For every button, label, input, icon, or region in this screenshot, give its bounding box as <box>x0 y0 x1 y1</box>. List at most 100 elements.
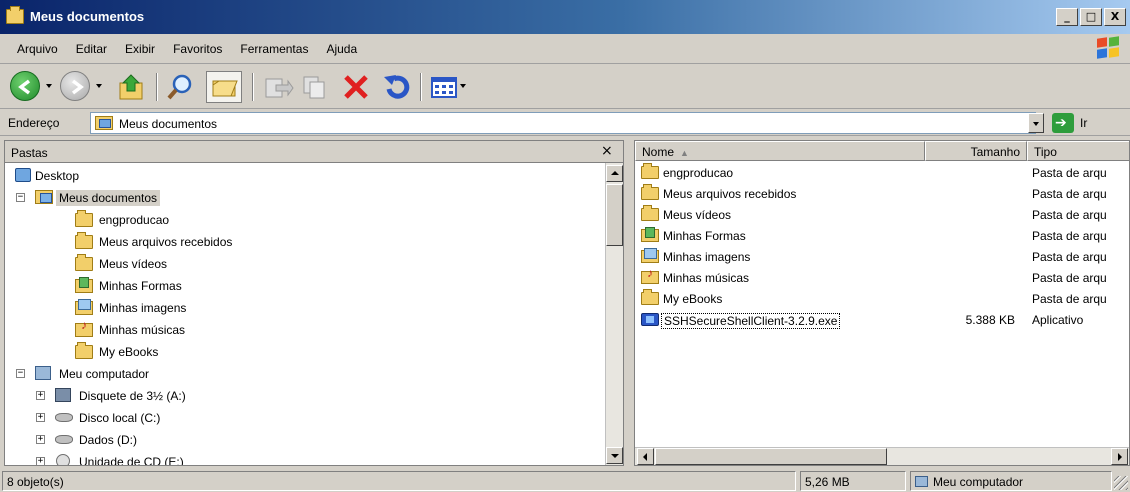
tree-item-desktop[interactable]: Desktop <box>5 165 605 186</box>
folder-icon <box>75 254 93 271</box>
file-name: engproducao <box>663 166 734 180</box>
tree-item-meus-documentos[interactable]: − Meus documentos <box>5 187 605 208</box>
file-row[interactable]: engproducao Pasta de arqu <box>635 162 1129 183</box>
tree-item-meus-arquivos-recebidos[interactable]: Meus arquivos recebidos <box>5 231 605 252</box>
undo-icon[interactable] <box>380 71 412 103</box>
tree-item-meu-computador[interactable]: − Meu computador <box>5 363 605 384</box>
resize-grip[interactable] <box>1114 476 1128 490</box>
column-type-label: Tipo <box>1034 145 1057 159</box>
tree-label: Desktop <box>35 169 80 183</box>
tree-label: Minhas imagens <box>99 301 187 315</box>
column-header-size[interactable]: Tamanho <box>925 141 1027 161</box>
hard-disk-icon <box>55 413 73 422</box>
file-row[interactable]: Meus vídeos Pasta de arqu <box>635 204 1129 225</box>
file-name: Minhas imagens <box>663 250 751 264</box>
tree-label: Disco local (C:) <box>79 411 161 425</box>
folders-pane-close-button[interactable]: × <box>601 143 613 159</box>
tree-item-minhas-imagens[interactable]: Minhas imagens <box>5 297 605 318</box>
go-button[interactable]: Ir <box>1050 113 1120 133</box>
toolbar-separator <box>252 73 254 101</box>
column-header-name[interactable]: Nome ▲ <box>635 141 925 161</box>
tree-item-minhas-formas[interactable]: Minhas Formas <box>5 275 605 296</box>
folders-icon[interactable] <box>206 71 242 103</box>
back-dropdown-icon[interactable] <box>46 84 52 88</box>
expand-toggle[interactable]: + <box>36 413 45 422</box>
tree-label: Meus vídeos <box>99 257 168 271</box>
views-dropdown-icon[interactable] <box>460 84 466 88</box>
file-row[interactable]: Meus arquivos recebidos Pasta de arqu <box>635 183 1129 204</box>
move-to-icon[interactable] <box>262 71 294 103</box>
tree-item-minhas-musicas[interactable]: Minhas músicas <box>5 318 605 340</box>
tree-label: Unidade de CD (E:) <box>79 455 184 466</box>
column-size-label: Tamanho <box>970 145 1020 159</box>
file-name: Meus arquivos recebidos <box>663 187 797 201</box>
scroll-down-button[interactable] <box>606 447 623 464</box>
tree-label: Meu computador <box>59 367 150 381</box>
tree-item-dados-d[interactable]: + Dados (D:) <box>5 429 605 450</box>
file-size: 5.388 KB <box>965 313 1015 327</box>
menu-bar: Arquivo Editar Exibir Favoritos Ferramen… <box>0 34 1130 64</box>
desktop-icon <box>15 168 31 182</box>
folder-icon <box>6 6 24 24</box>
scroll-up-button[interactable] <box>606 165 623 182</box>
file-row[interactable]: Minhas Formas Pasta de arqu <box>635 225 1129 246</box>
tree-item-disco-local-c[interactable]: + Disco local (C:) <box>5 407 605 428</box>
scroll-left-button[interactable] <box>637 448 654 465</box>
collapse-toggle[interactable]: − <box>16 369 25 378</box>
file-row[interactable]: My eBooks Pasta de arqu <box>635 288 1129 309</box>
folder-icon <box>641 205 659 221</box>
folder-icon <box>641 184 659 200</box>
folders-vertical-scrollbar[interactable] <box>605 163 623 465</box>
floppy-icon <box>55 388 71 402</box>
column-header-type[interactable]: Tipo <box>1027 141 1129 161</box>
forward-icon[interactable] <box>60 71 90 101</box>
file-type: Pasta de arqu <box>1032 250 1107 264</box>
address-input[interactable]: Meus documentos <box>90 112 1036 134</box>
file-name: SSHSecureShellClient-3.2.9.exe <box>661 313 841 329</box>
forward-dropdown-icon[interactable] <box>96 84 102 88</box>
scroll-thumb[interactable] <box>606 184 623 246</box>
file-row[interactable]: Minhas músicas Pasta de arqu <box>635 266 1129 288</box>
tree-item-unidade-cd-e[interactable]: + Unidade de CD (E:) <box>5 451 605 466</box>
file-name: Minhas Formas <box>663 229 746 243</box>
expand-toggle[interactable]: + <box>36 391 45 400</box>
menu-arquivo[interactable]: Arquivo <box>8 42 67 56</box>
go-label: Ir <box>1080 116 1088 130</box>
views-icon[interactable] <box>430 71 458 103</box>
file-list-horizontal-scrollbar[interactable] <box>635 447 1129 465</box>
title-bar[interactable]: Meus documentos _ □ X <box>0 0 1130 34</box>
menu-ferramentas[interactable]: Ferramentas <box>231 42 317 56</box>
status-location: Meu computador <box>910 471 1112 491</box>
shapes-folder-icon <box>75 277 93 293</box>
tree-label: Meus arquivos recebidos <box>99 235 233 249</box>
tree-item-engproducao[interactable]: engproducao <box>5 209 605 230</box>
menu-editar[interactable]: Editar <box>67 42 116 56</box>
menu-exibir[interactable]: Exibir <box>116 42 164 56</box>
file-type: Pasta de arqu <box>1032 271 1107 285</box>
status-object-count: 8 objeto(s) <box>2 471 796 491</box>
delete-icon[interactable] <box>340 71 372 103</box>
maximize-button[interactable]: □ <box>1080 8 1102 26</box>
collapse-toggle[interactable]: − <box>16 193 25 202</box>
close-button[interactable]: X <box>1104 8 1126 26</box>
file-row[interactable]: SSHSecureShellClient-3.2.9.exe 5.388 KB … <box>635 309 1129 330</box>
folders-pane-title: Pastas <box>11 146 48 160</box>
tree-item-my-ebooks[interactable]: My eBooks <box>5 341 605 362</box>
expand-toggle[interactable]: + <box>36 457 45 465</box>
back-icon[interactable] <box>10 71 40 101</box>
scroll-right-button[interactable] <box>1111 448 1128 465</box>
tree-item-disquete[interactable]: + Disquete de 3½ (A:) <box>5 385 605 406</box>
copy-to-icon[interactable] <box>300 71 332 103</box>
tree-item-meus-videos[interactable]: Meus vídeos <box>5 253 605 274</box>
file-row[interactable]: Minhas imagens Pasta de arqu <box>635 246 1129 267</box>
folder-icon <box>641 163 659 179</box>
minimize-button[interactable]: _ <box>1056 8 1078 26</box>
menu-ajuda[interactable]: Ajuda <box>317 42 366 56</box>
address-dropdown-button[interactable] <box>1028 113 1044 133</box>
menu-favoritos[interactable]: Favoritos <box>164 42 231 56</box>
search-icon[interactable] <box>164 71 198 103</box>
up-folder-icon[interactable] <box>116 71 148 103</box>
scroll-thumb[interactable] <box>655 448 887 465</box>
computer-icon <box>35 366 51 380</box>
expand-toggle[interactable]: + <box>36 435 45 444</box>
